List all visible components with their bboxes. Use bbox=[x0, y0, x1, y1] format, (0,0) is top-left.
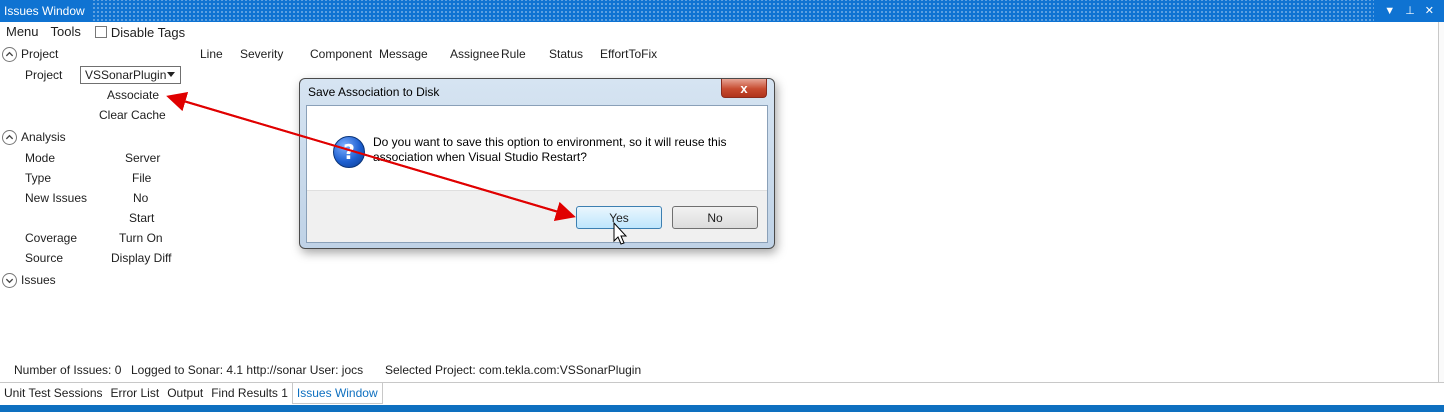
clear-cache-button[interactable]: Clear Cache bbox=[99, 107, 166, 123]
title-buttons: ▼ ⊥ ✕ bbox=[1374, 0, 1444, 22]
project-section-header: Project bbox=[21, 47, 59, 61]
type-button[interactable]: File bbox=[132, 170, 151, 186]
coverage-button[interactable]: Turn On bbox=[119, 230, 163, 246]
yes-button[interactable]: Yes bbox=[576, 206, 662, 229]
tab-output[interactable]: Output bbox=[163, 383, 207, 404]
analysis-expander[interactable]: Analysis bbox=[2, 129, 66, 145]
source-label: Source bbox=[25, 251, 64, 265]
disable-tags-label: Disable Tags bbox=[110, 24, 186, 40]
type-label: Type bbox=[25, 171, 52, 185]
checkbox-box[interactable] bbox=[94, 26, 107, 38]
source-button[interactable]: Display Diff bbox=[111, 250, 171, 266]
selected-project: Selected Project: com.tekla.com:VSSonarP… bbox=[385, 363, 642, 377]
window-title: Issues Window bbox=[0, 0, 91, 22]
chevron-down-icon bbox=[167, 72, 175, 77]
dialog-message: Do you want to save this option to envir… bbox=[373, 135, 727, 164]
column-header-severity[interactable]: Severity bbox=[240, 46, 283, 62]
question-icon: ? bbox=[333, 136, 365, 168]
column-header-assignee[interactable]: Assignee bbox=[450, 46, 499, 62]
issues-section-header: Issues bbox=[21, 273, 56, 287]
new-issues-button[interactable]: No bbox=[133, 190, 148, 206]
scrollbar[interactable] bbox=[1438, 22, 1444, 382]
tab-error-list[interactable]: Error List bbox=[107, 383, 164, 404]
collapse-icon[interactable] bbox=[2, 129, 17, 145]
mode-button[interactable]: Server bbox=[125, 150, 160, 166]
pin-icon[interactable]: ⊥ bbox=[1405, 0, 1415, 22]
start-button[interactable]: Start bbox=[129, 210, 154, 226]
mode-label: Mode bbox=[25, 151, 56, 165]
save-association-dialog: Save Association to Disk x ? Do you want… bbox=[299, 78, 775, 249]
disable-tags-checkbox[interactable]: Disable Tags bbox=[94, 24, 186, 40]
dialog-close-button[interactable]: x bbox=[721, 79, 767, 98]
tab-find-results[interactable]: Find Results 1 bbox=[207, 383, 292, 404]
analysis-section-header: Analysis bbox=[21, 130, 66, 144]
expand-icon[interactable] bbox=[2, 272, 17, 288]
column-header-rule[interactable]: Rule bbox=[501, 46, 526, 62]
tab-issues-window[interactable]: Issues Window bbox=[291, 383, 383, 404]
coverage-label: Coverage bbox=[25, 231, 78, 245]
dialog-title: Save Association to Disk bbox=[308, 85, 440, 99]
project-select-value: VSSonarPlugin bbox=[85, 68, 167, 82]
column-header-component[interactable]: Component bbox=[310, 46, 372, 62]
column-header-efforttofix[interactable]: EffortToFix bbox=[600, 46, 657, 62]
dialog-body: ? Do you want to save this option to env… bbox=[306, 105, 768, 243]
dialog-footer: Yes No bbox=[307, 190, 767, 242]
issues-expander[interactable]: Issues bbox=[2, 272, 56, 288]
close-icon[interactable]: ✕ bbox=[1425, 0, 1434, 22]
status-strip bbox=[0, 405, 1444, 412]
tab-unit-test-sessions[interactable]: Unit Test Sessions bbox=[0, 383, 107, 404]
project-label: Project bbox=[25, 68, 63, 82]
new-issues-label: New Issues bbox=[25, 191, 88, 205]
sonar-login-status: Logged to Sonar: 4.1 http://sonar User: … bbox=[131, 363, 364, 377]
associate-button[interactable]: Associate bbox=[107, 87, 159, 103]
collapse-icon[interactable] bbox=[2, 46, 17, 62]
dropdown-icon[interactable]: ▼ bbox=[1384, 0, 1395, 22]
column-header-status[interactable]: Status bbox=[549, 46, 583, 62]
bottom-tab-bar: Unit Test Sessions Error List Output Fin… bbox=[0, 382, 1444, 404]
column-header-line[interactable]: Line bbox=[200, 46, 223, 62]
menu-bar: Menu Tools Disable Tags bbox=[0, 22, 185, 42]
no-button[interactable]: No bbox=[672, 206, 758, 229]
title-bar: Issues Window ▼ ⊥ ✕ bbox=[0, 0, 1444, 22]
menu-item-menu[interactable]: Menu bbox=[0, 22, 45, 42]
menu-item-tools[interactable]: Tools bbox=[45, 22, 87, 42]
column-header-message[interactable]: Message bbox=[379, 46, 428, 62]
issues-count: Number of Issues: 0 bbox=[14, 363, 122, 377]
project-expander[interactable]: Project bbox=[2, 46, 58, 62]
project-select[interactable]: VSSonarPlugin bbox=[80, 66, 181, 84]
